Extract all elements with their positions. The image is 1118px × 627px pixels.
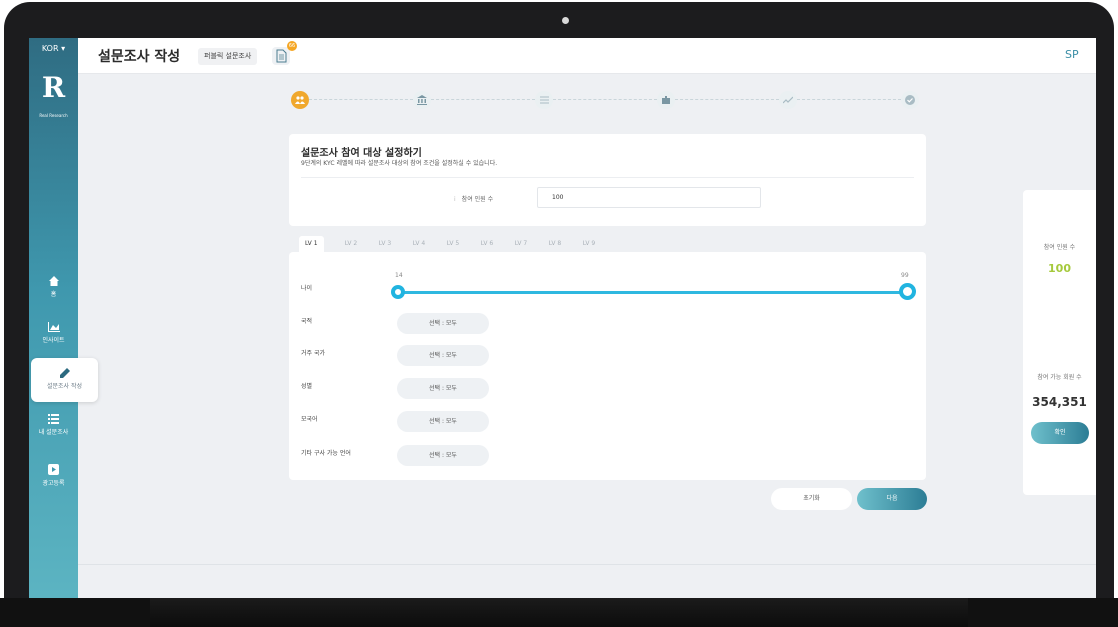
sidebar-item-create-survey[interactable]: 설문조사 작성 [31,358,98,402]
age-slider-track[interactable] [399,291,906,294]
logo: R [41,71,66,104]
tab-lv4[interactable]: LV 4 [405,236,433,252]
screen-reflection [150,598,968,627]
target-settings-header: 설문조사 참여 대상 설정하기 9단계의 KYC 레벨에 따라 설문조사 대상의… [289,134,926,226]
step-review[interactable] [779,91,797,109]
language-selector[interactable]: KOR ▾ [29,44,78,53]
app-screen: KOR ▾ R Real Research 홈 인사이트 설문조사 작성 내 설… [29,38,1096,598]
chart-icon [47,322,60,332]
gender-label: 성별 [301,383,313,390]
age-max-handle[interactable] [899,283,916,300]
stepper-connector [431,99,535,100]
step-questions[interactable] [535,91,553,109]
sidebar-item-label: 홈 [50,291,57,298]
step-target[interactable] [291,91,309,109]
age-min-value: 14 [395,272,403,279]
list-icon [539,96,549,104]
home-icon [48,276,59,286]
tab-lv2[interactable]: LV 2 [337,236,365,252]
sidebar-item-my-surveys[interactable]: 내 설문조사 [29,414,78,436]
sidebar-item-home[interactable]: 홈 [29,276,78,298]
residence-label: 거주 국가 [301,350,325,357]
section-description: 9단계의 KYC 레벨에 따라 설문조사 대상의 참여 조건을 설정하실 수 있… [301,160,498,167]
sidebar-item-insight[interactable]: 인사이트 [29,322,78,344]
participants-input[interactable]: 100 [537,187,761,208]
age-max-value: 99 [901,272,909,279]
footer-divider [78,564,1096,565]
other-languages-label: 기타 구사 가능 언어 [301,450,351,457]
stepper-connector [309,99,413,100]
bank-icon [417,95,427,105]
sidebar: KOR ▾ R Real Research 홈 인사이트 설문조사 작성 내 설… [29,38,98,598]
tab-lv5[interactable]: LV 5 [439,236,467,252]
section-title: 설문조사 참여 대상 설정하기 [301,148,422,159]
tab-lv6[interactable]: LV 6 [473,236,501,252]
check-icon [905,95,915,105]
reset-button[interactable]: 초기화 [771,488,852,510]
page-title: 설문조사 작성 [98,49,181,65]
confirm-button[interactable]: 확인 [1031,422,1089,444]
participants-label: i 참여 인원 수 [454,196,494,203]
list-icon [48,414,59,424]
document-button[interactable] [272,47,290,65]
tab-lv9[interactable]: LV 9 [575,236,603,252]
nationality-select[interactable]: 선택 : 모두 [397,313,489,334]
stepper-connector [675,99,779,100]
sidebar-item-label: 인사이트 [42,337,65,344]
stepper-connector [797,99,901,100]
summary-panel: 참여 인원 수 100 참여 가능 회원 수 354,351 확인 [1023,190,1096,495]
stepper-connector [553,99,657,100]
residence-select[interactable]: 선택 : 모두 [397,345,489,366]
step-complete[interactable] [901,91,919,109]
people-icon [295,96,305,104]
tab-lv3[interactable]: LV 3 [371,236,399,252]
tab-lv1[interactable]: LV 1 [299,236,324,252]
webcam [562,17,569,24]
laptop-chin [0,598,1118,627]
divider [301,177,914,178]
native-language-label: 모국어 [301,416,318,423]
sidebar-item-label: 설문조사 작성 [46,383,83,390]
other-languages-select[interactable]: 선택 : 모두 [397,445,489,466]
sidebar-item-label: 광고등록 [42,480,65,487]
next-button[interactable]: 다음 [857,488,927,510]
native-language-select[interactable]: 선택 : 모두 [397,411,489,432]
tab-lv8[interactable]: LV 8 [541,236,569,252]
age-min-handle[interactable] [391,285,405,299]
nationality-label: 국적 [301,318,313,325]
sidebar-item-ads[interactable]: 광고등록 [29,464,78,487]
summary-participants-value: 100 [1048,262,1071,275]
available-members-label: 참여 가능 회원 수 [1037,374,1082,381]
gender-select[interactable]: 선택 : 모두 [397,378,489,399]
avatar[interactable]: SP [1065,48,1079,61]
info-icon: i [454,196,456,203]
puzzle-icon [662,96,670,104]
pencil-icon [59,368,70,378]
notification-badge: 66 [287,41,297,51]
document-icon [276,49,287,63]
summary-participants-label: 참여 인원 수 [1043,244,1076,251]
survey-type-tag: 퍼블릭 설문조사 [198,48,258,65]
step-settings[interactable] [657,91,675,109]
step-bank[interactable] [413,91,431,109]
age-label: 나이 [301,285,313,292]
available-members-value: 354,351 [1032,395,1087,409]
play-icon [48,464,59,475]
logo-subtitle: Real Research [39,113,68,118]
trend-icon [783,96,793,104]
tab-lv7[interactable]: LV 7 [507,236,535,252]
top-bar: 설문조사 작성 퍼블릭 설문조사 66 SP [78,38,1096,74]
criteria-panel: 나이 14 99 국적 선택 : 모두 거주 국가 선택 : 모두 성별 선택 … [289,252,926,480]
sidebar-item-label: 내 설문조사 [38,429,69,436]
